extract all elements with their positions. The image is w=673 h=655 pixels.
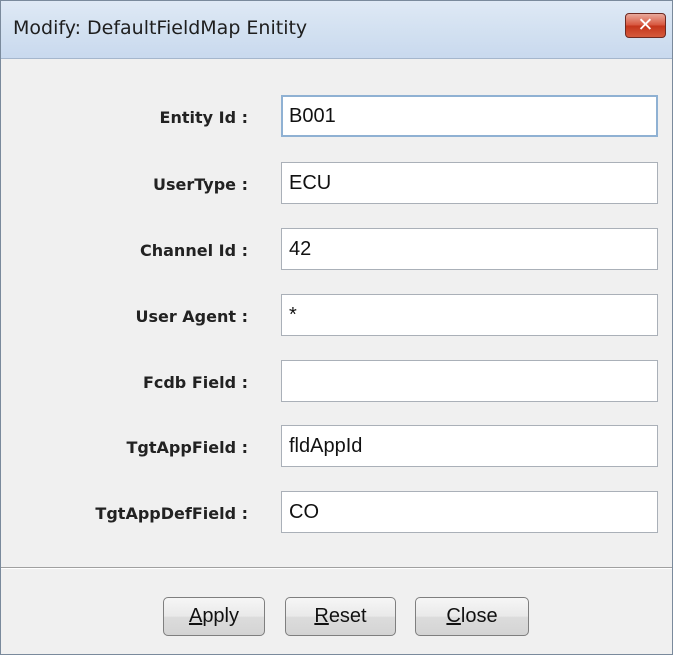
close-label: lose bbox=[460, 605, 498, 627]
reset-button[interactable]: Reset bbox=[285, 597, 396, 636]
user-agent-field[interactable] bbox=[281, 294, 658, 336]
window-title: Modify: DefaultFieldMap Enitity bbox=[13, 17, 308, 39]
tgt-app-field-input[interactable] bbox=[281, 425, 658, 467]
entity-id-field[interactable] bbox=[281, 95, 658, 137]
apply-mnemonic: A bbox=[188, 605, 203, 627]
tgt-app-field-label: TgtAppField : bbox=[126, 438, 248, 457]
apply-label: pply bbox=[202, 605, 240, 627]
channel-id-field[interactable] bbox=[281, 228, 658, 270]
fcdb-field-label: Fcdb Field : bbox=[142, 373, 248, 392]
close-button[interactable]: Close bbox=[415, 597, 529, 636]
entity-id-label: Entity Id : bbox=[159, 108, 248, 127]
channel-id-label: Channel Id : bbox=[140, 241, 248, 260]
tgt-app-def-field-label: TgtAppDefField : bbox=[95, 504, 248, 523]
modify-dialog: Modify: DefaultFieldMap Enitity ✕ Entity… bbox=[0, 0, 673, 655]
user-type-field[interactable] bbox=[281, 162, 658, 204]
user-type-label: UserType : bbox=[153, 175, 248, 194]
tgt-app-def-field-input[interactable] bbox=[281, 491, 658, 533]
fcdb-field-input[interactable] bbox=[281, 360, 658, 402]
user-agent-label: User Agent : bbox=[135, 307, 248, 326]
reset-label: eset bbox=[328, 605, 367, 627]
window-close-button[interactable]: ✕ bbox=[625, 13, 666, 38]
close-icon: ✕ bbox=[637, 14, 654, 36]
apply-button[interactable]: Apply bbox=[163, 597, 265, 636]
title-bar[interactable]: Modify: DefaultFieldMap Enitity ✕ bbox=[1, 1, 672, 59]
button-separator bbox=[1, 567, 672, 569]
close-mnemonic: C bbox=[446, 605, 461, 627]
reset-mnemonic: R bbox=[314, 605, 329, 627]
